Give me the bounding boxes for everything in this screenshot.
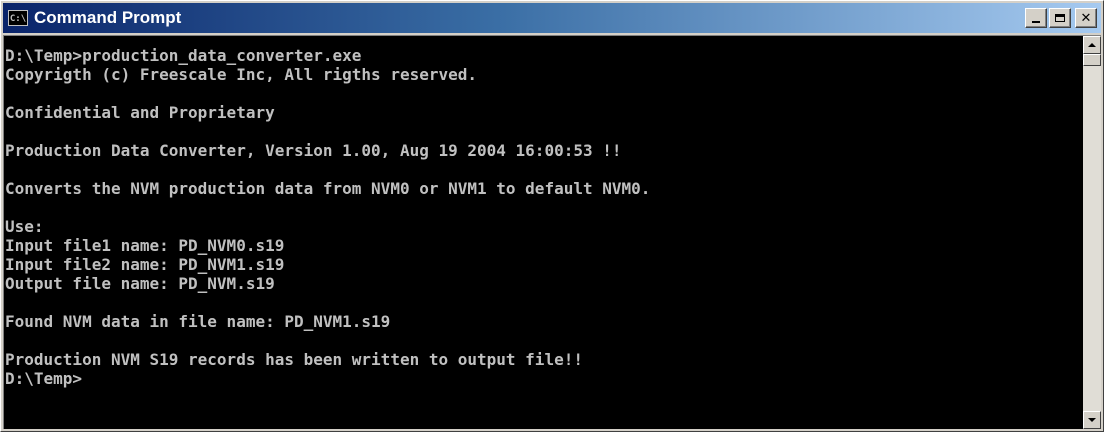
console-line: Production NVM S19 records has been writ… (5, 350, 583, 369)
scroll-down-button[interactable] (1083, 411, 1101, 429)
console-line: Converts the NVM production data from NV… (5, 179, 651, 198)
vertical-scrollbar[interactable] (1083, 36, 1101, 429)
console-output[interactable]: D:\Temp>production_data_converter.exe Co… (4, 36, 1083, 429)
minimize-button[interactable] (1025, 8, 1047, 28)
arrow-down-icon (1088, 418, 1096, 422)
window-title: Command Prompt (34, 8, 182, 27)
console-area[interactable]: D:\Temp>production_data_converter.exe Co… (3, 35, 1101, 429)
console-line: Copyrigth (c) Freescale Inc, All rigths … (5, 65, 478, 84)
console-icon[interactable]: C:\ (8, 10, 28, 26)
scroll-up-button[interactable] (1083, 36, 1101, 54)
console-line: Confidential and Proprietary (5, 103, 275, 122)
maximize-button[interactable] (1049, 8, 1071, 28)
console-line: Use: (5, 217, 44, 236)
console-line: Production Data Converter, Version 1.00,… (5, 141, 622, 160)
console-line: D:\Temp> (5, 369, 83, 388)
console-line: Found NVM data in file name: PD_NVM1.s19 (5, 312, 391, 331)
command-prompt-window: C:\ Command Prompt ✕ D:\Temp>production_… (0, 0, 1104, 432)
console-line: Input file2 name: PD_NVM1.s19 (5, 255, 285, 274)
console-line: Input file1 name: PD_NVM0.s19 (5, 236, 285, 255)
caption-buttons: ✕ (1025, 8, 1097, 28)
scrollbar-thumb[interactable] (1083, 54, 1101, 66)
close-icon: ✕ (1080, 10, 1092, 26)
title-bar[interactable]: C:\ Command Prompt ✕ (3, 3, 1101, 33)
arrow-up-icon (1088, 43, 1096, 47)
close-button[interactable]: ✕ (1075, 8, 1097, 28)
console-line: Output file name: PD_NVM.s19 (5, 274, 275, 293)
maximize-icon (1055, 14, 1065, 22)
minimize-icon (1032, 21, 1040, 23)
console-line: D:\Temp>production_data_converter.exe (5, 46, 362, 65)
